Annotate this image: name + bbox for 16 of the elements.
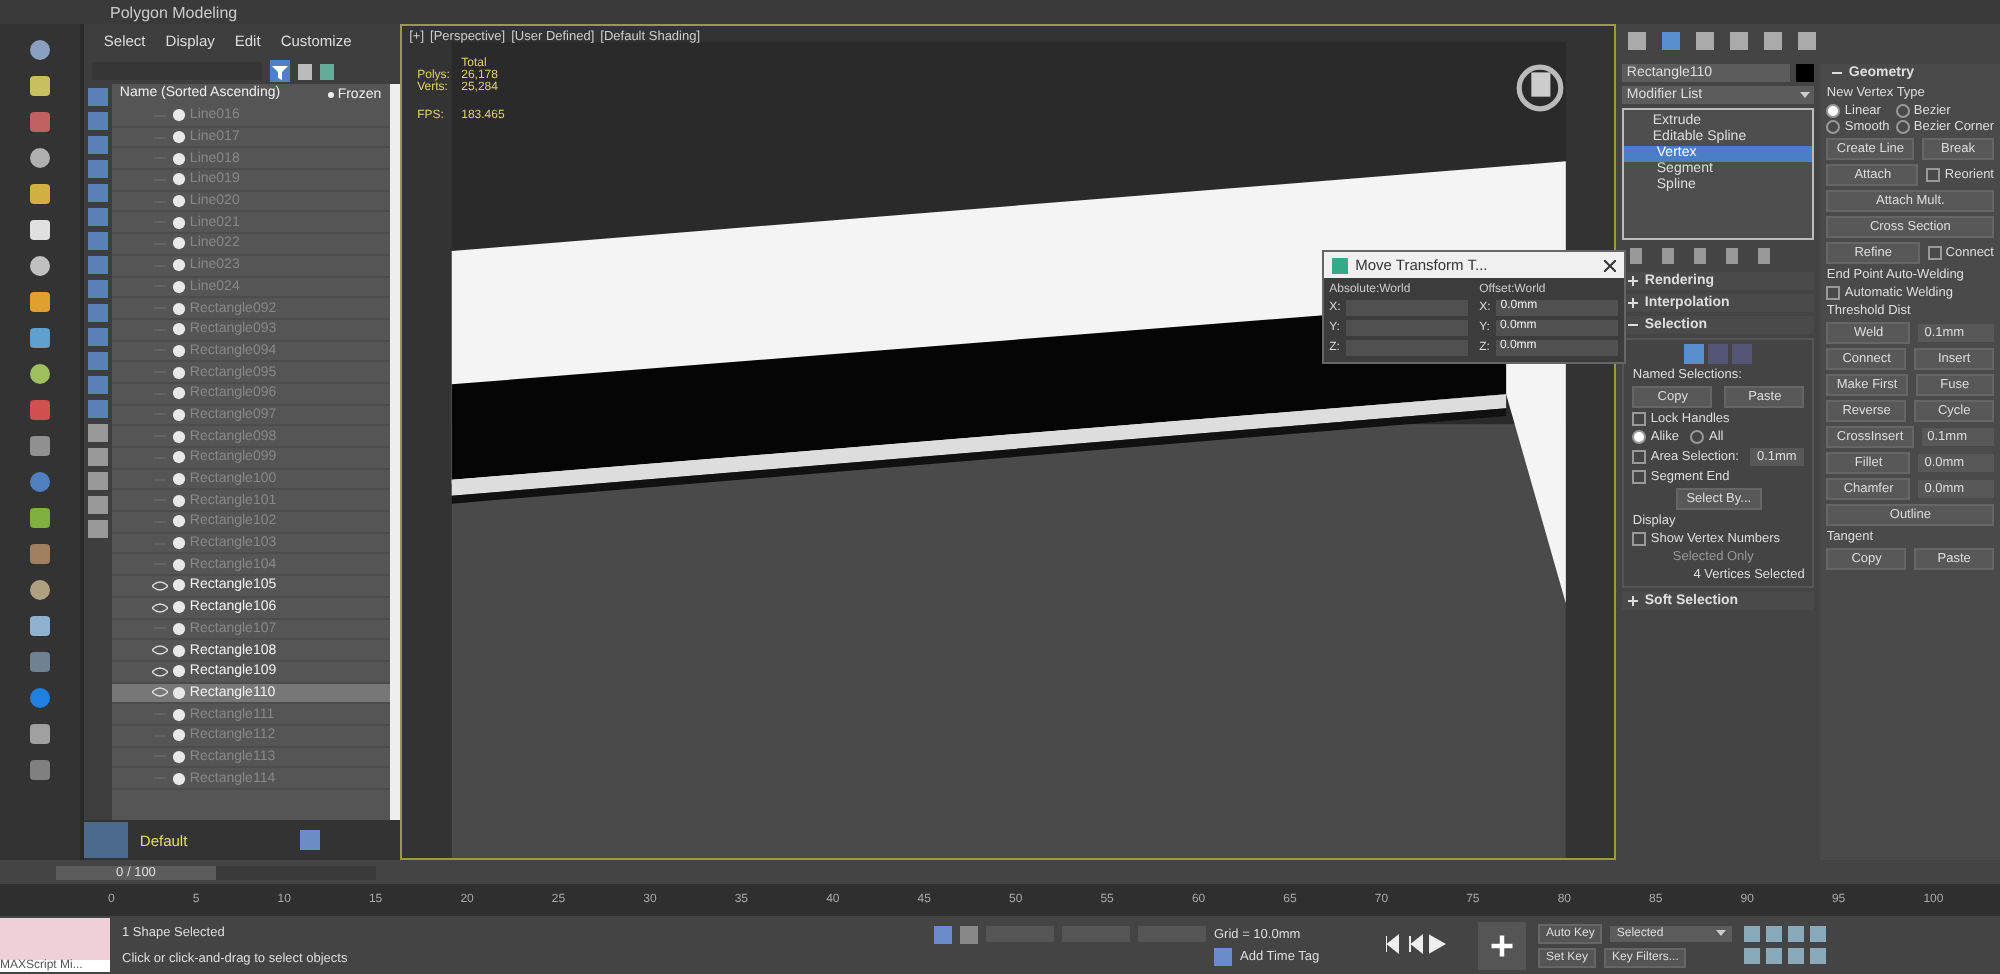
plus-icon xyxy=(1628,298,1639,308)
app-icon xyxy=(1331,257,1348,273)
plus-icon xyxy=(1628,596,1639,606)
layer-swatch[interactable] xyxy=(83,822,128,858)
viewcube-icon[interactable] xyxy=(1514,62,1567,114)
close-icon[interactable] xyxy=(1603,259,1616,271)
minus-icon xyxy=(1628,320,1639,330)
add-key-button[interactable] xyxy=(1478,921,1526,969)
caret-icon xyxy=(1716,930,1727,936)
dot-icon xyxy=(327,92,334,98)
caret-icon xyxy=(1800,92,1811,98)
minus-icon xyxy=(1832,68,1843,78)
plus-icon xyxy=(1628,276,1639,286)
workspace-title: Polygon Modeling xyxy=(110,3,238,21)
filter-icon[interactable] xyxy=(269,60,290,82)
color-swatch[interactable] xyxy=(1796,64,1815,82)
